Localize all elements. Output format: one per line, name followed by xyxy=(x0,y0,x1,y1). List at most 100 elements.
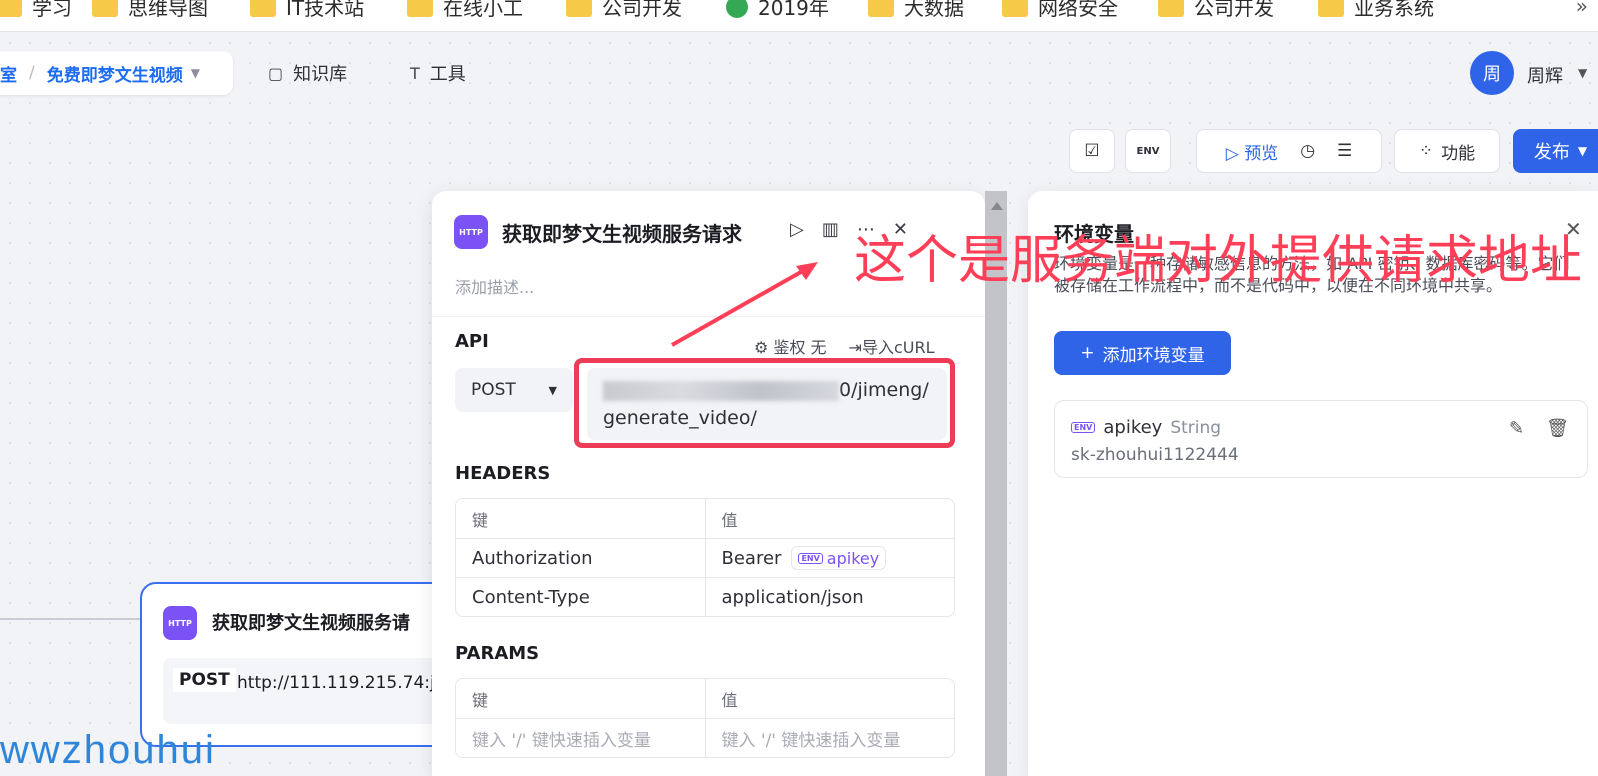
auth-link[interactable]: ⚙ 鉴权 无 xyxy=(754,334,827,358)
annotation-text: 这个是服务端对外提供请求地址 xyxy=(854,231,1583,291)
env-variable-type: String xyxy=(1170,417,1222,438)
http-icon: HTTP xyxy=(454,215,488,249)
bookmark-item[interactable]: 公司开发 xyxy=(566,0,682,21)
folder-icon xyxy=(0,0,22,17)
breadcrumb-current[interactable]: 免费即梦文生视频 xyxy=(47,61,183,86)
env-button[interactable]: ENV xyxy=(1125,129,1171,173)
breadcrumb-separator: / xyxy=(29,63,35,83)
env-variable-card: ENV apikey String sk-zhouhui1122444 ✎ 🗑 xyxy=(1054,400,1588,478)
node-method: POST xyxy=(173,668,236,692)
header-key[interactable]: Authorization xyxy=(456,539,705,577)
folder-icon xyxy=(1002,0,1028,17)
header-value[interactable]: Bearer ENV apikey xyxy=(704,539,955,577)
env-icon: ENV xyxy=(798,552,823,564)
divider xyxy=(432,316,985,317)
params-table: 键 值 键入 '/' 键快速插入变量 键入 '/' 键快速插入变量 xyxy=(455,678,955,758)
value-column-header: 值 xyxy=(704,679,955,718)
plus-icon: + xyxy=(1080,343,1095,363)
api-links: ⚙ 鉴权 无 ⇥导入cURL xyxy=(754,334,934,358)
scroll-up-icon[interactable] xyxy=(991,202,1003,210)
folder-icon xyxy=(1158,0,1184,17)
panel-title[interactable]: 获取即梦文生视频服务请求 xyxy=(502,218,768,247)
publish-button[interactable]: 发布 ▼ xyxy=(1513,129,1598,173)
annotation-highlight-box xyxy=(574,358,955,448)
param-key-input[interactable]: 键入 '/' 键快速插入变量 xyxy=(456,719,705,757)
table-header-row: 键 值 xyxy=(456,679,954,718)
edit-icon[interactable]: ✎ xyxy=(1509,418,1524,439)
env-variable-actions: ✎ 🗑 xyxy=(1509,418,1569,439)
breadcrumb: 室 / 免费即梦文生视频 ▼ xyxy=(0,51,233,95)
http-node-card[interactable]: HTTP 获取即梦文生视频服务请 POST http://111.119.215… xyxy=(140,582,615,747)
table-row: 键入 '/' 键快速插入变量 键入 '/' 键快速插入变量 xyxy=(456,718,954,757)
bookmarks-overflow-icon[interactable]: » xyxy=(1576,0,1588,18)
env-variable-name: ENV apikey String xyxy=(1071,417,1221,438)
add-env-variable-button[interactable]: + 添加环境变量 xyxy=(1054,331,1231,375)
bookmark-item[interactable]: 网络安全 xyxy=(1002,0,1118,21)
folder-icon xyxy=(868,0,894,17)
bookmark-item[interactable]: 学习 xyxy=(0,0,72,21)
import-curl-link[interactable]: ⇥导入cURL xyxy=(849,334,935,358)
preview-group: ▷ 预览 ◷ ☰ xyxy=(1196,129,1382,173)
params-section-label: PARAMS xyxy=(455,643,540,664)
avatar[interactable]: 周 xyxy=(1470,51,1514,95)
import-icon: ⇥ xyxy=(848,338,862,357)
chevron-down-icon[interactable]: ▼ xyxy=(191,66,200,80)
issues-button[interactable]: ☑ xyxy=(1069,129,1115,173)
env-icon: ENV xyxy=(1136,145,1160,157)
features-button[interactable]: ⁘ 功能 xyxy=(1394,129,1500,173)
folder-icon xyxy=(92,0,118,17)
preview-button[interactable]: ▷ 预览 xyxy=(1226,139,1278,164)
key-column-header: 键 xyxy=(472,510,489,530)
bookmarks-bar: 学习 思维导图 IT技术站 在线小工 公司开发 2019年 大数据 网络安全 公… xyxy=(0,0,1598,32)
docs-icon[interactable]: ▥ xyxy=(822,219,839,240)
chevron-down-icon[interactable]: ▼ xyxy=(1578,66,1587,80)
nav-tools-link[interactable]: T 工具 xyxy=(410,60,466,86)
folder-icon xyxy=(407,0,433,17)
headers-section-label: HEADERS xyxy=(455,463,551,484)
bookmark-item[interactable]: 思维导图 xyxy=(92,0,208,21)
run-icon[interactable]: ▷ xyxy=(790,219,804,240)
param-value-input[interactable]: 键入 '/' 键快速插入变量 xyxy=(704,719,955,757)
bookmark-item[interactable]: 2019年 xyxy=(726,0,829,21)
method-select[interactable]: POST ▼ xyxy=(455,368,573,412)
key-column-header: 键 xyxy=(472,690,489,710)
checklist-icon[interactable]: ☰ xyxy=(1337,141,1352,161)
history-icon[interactable]: ◷ xyxy=(1300,141,1315,161)
bookmark-item[interactable]: IT技术站 xyxy=(250,0,364,21)
delete-icon[interactable]: 🗑 xyxy=(1546,418,1569,439)
bookmark-item[interactable]: 大数据 xyxy=(868,0,964,21)
check-bubble-icon: ☑ xyxy=(1084,141,1100,161)
book-icon: ▢ xyxy=(268,63,284,83)
http-icon: HTTP xyxy=(163,606,197,640)
bookmark-item[interactable]: 业务系统 xyxy=(1318,0,1434,21)
env-variable-value: sk-zhouhui1122444 xyxy=(1071,445,1239,465)
table-row: Authorization Bearer ENV apikey xyxy=(456,538,954,577)
globe-icon xyxy=(726,0,748,18)
tool-icon: T xyxy=(410,63,420,83)
description-input[interactable]: 添加描述... xyxy=(455,274,534,298)
apps-icon: ⁘ xyxy=(1418,141,1434,161)
table-row: Content-Type application/json xyxy=(456,577,954,616)
bookmark-item[interactable]: 在线小工 xyxy=(407,0,523,21)
folder-icon xyxy=(1318,0,1344,17)
gear-icon: ⚙ xyxy=(754,338,769,357)
env-icon: ENV xyxy=(1071,422,1096,433)
play-icon: ▷ xyxy=(1225,143,1239,164)
value-column-header: 值 xyxy=(704,499,955,538)
user-name[interactable]: 周辉 xyxy=(1527,62,1563,88)
folder-icon xyxy=(566,0,592,17)
api-section-label: API xyxy=(455,331,489,352)
bookmark-item[interactable]: 公司开发 xyxy=(1158,0,1274,21)
watermark: wwzhouhui xyxy=(0,728,216,772)
headers-table: 键 值 Authorization Bearer ENV apikey Conte… xyxy=(455,498,955,617)
chevron-down-icon: ▼ xyxy=(1577,144,1588,158)
header-key[interactable]: Content-Type xyxy=(456,578,705,616)
breadcrumb-parent[interactable]: 室 xyxy=(0,61,17,86)
env-variable-chip[interactable]: ENV apikey xyxy=(791,546,887,570)
header-value[interactable]: application/json xyxy=(704,578,955,616)
nav-knowledge-link[interactable]: ▢ 知识库 xyxy=(268,60,347,86)
chevron-down-icon: ▼ xyxy=(548,383,557,397)
folder-icon xyxy=(250,0,276,17)
node-title: 获取即梦文生视频服务请 xyxy=(212,613,410,634)
table-header-row: 键 值 xyxy=(456,499,954,538)
